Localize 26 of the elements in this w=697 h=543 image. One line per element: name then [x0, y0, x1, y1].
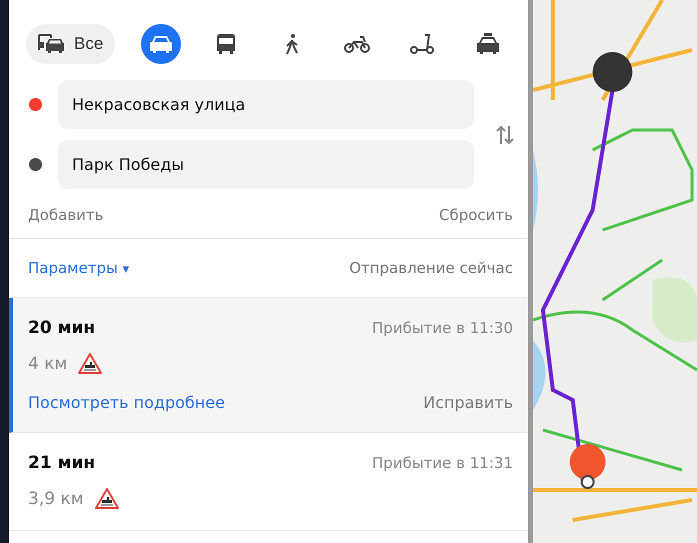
- arrival-time: Прибытие в 11:31: [372, 454, 513, 472]
- route-card[interactable]: 20 мин Прибытие в 11:30 4 км Посмотреть подробнее Исправить: [9, 298, 528, 433]
- add-link[interactable]: Добавить: [28, 206, 104, 224]
- car-icon: [148, 34, 174, 54]
- details-link[interactable]: Посмотреть подробнее: [28, 393, 225, 412]
- parameters-link[interactable]: Параметры ▾: [28, 259, 130, 277]
- waypoint-field[interactable]: Парк Победы: [58, 140, 474, 189]
- bicycle-icon: [343, 34, 372, 54]
- fix-link[interactable]: Исправить: [423, 393, 513, 412]
- scooter-icon: [409, 33, 436, 55]
- car-mode-button[interactable]: [140, 24, 181, 64]
- waypoint-field[interactable]: Некрасовская улица: [58, 80, 474, 129]
- route-duration: 21 мин: [28, 453, 96, 473]
- reset-link[interactable]: Сбросить: [439, 206, 513, 224]
- all-modes-label: Все: [74, 34, 104, 54]
- scrollbar[interactable]: [528, 0, 533, 543]
- departure-time: Отправление сейчас: [349, 259, 513, 277]
- bus-icon: [215, 33, 238, 55]
- route-distance: 4 км: [28, 354, 68, 374]
- arrival-time: Прибытие в 11:30: [372, 319, 513, 337]
- swap-icon[interactable]: [494, 124, 516, 146]
- walker-icon: [284, 33, 300, 55]
- all-modes-button[interactable]: Все: [26, 24, 116, 64]
- route-distance: 3,9 км: [28, 488, 84, 508]
- route-duration: 20 мин: [28, 318, 96, 338]
- taxi-icon: [474, 33, 501, 55]
